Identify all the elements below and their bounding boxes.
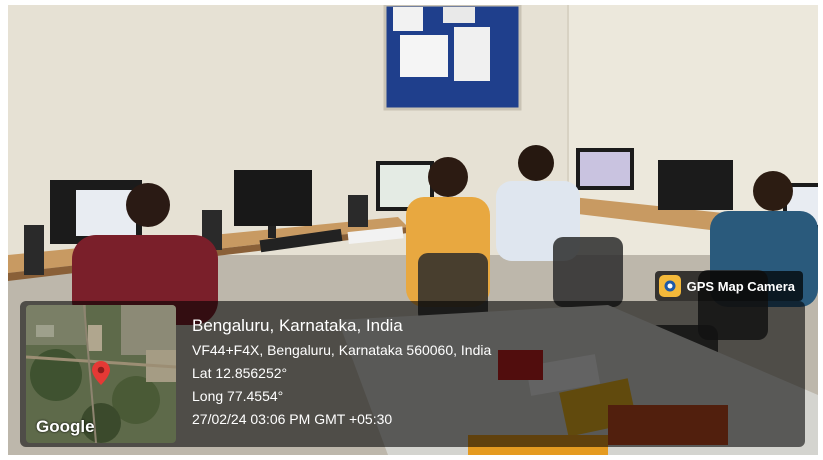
- location-address: VF44+F4X, Bengaluru, Karnataka 560060, I…: [192, 342, 492, 358]
- location-details: Bengaluru, Karnataka, India VF44+F4X, Be…: [192, 313, 491, 431]
- location-latitude: Lat 12.856252°: [192, 365, 288, 381]
- badge-label: GPS Map Camera: [686, 278, 795, 294]
- location-info-overlay: Google Bengaluru, Karnataka, India VF44+…: [20, 301, 805, 447]
- camera-pin-icon: [658, 275, 681, 297]
- photo-frame: GPS Map Camera Google Bengaluru, Karnata…: [0, 0, 823, 460]
- location-pin-icon: [92, 361, 110, 390]
- gps-map-camera-badge: GPS Map Camera: [654, 271, 803, 301]
- google-logo: Google: [36, 417, 95, 436]
- satellite-map-thumbnail: Google: [26, 305, 176, 443]
- monitor-4: [576, 148, 634, 190]
- notice-board: [383, 5, 522, 111]
- location-longitude: Long 77.4554°: [192, 388, 284, 404]
- location-city: Bengaluru, Karnataka, India: [192, 316, 403, 335]
- location-timestamp: 27/02/24 03:06 PM GMT +05:30: [192, 411, 393, 427]
